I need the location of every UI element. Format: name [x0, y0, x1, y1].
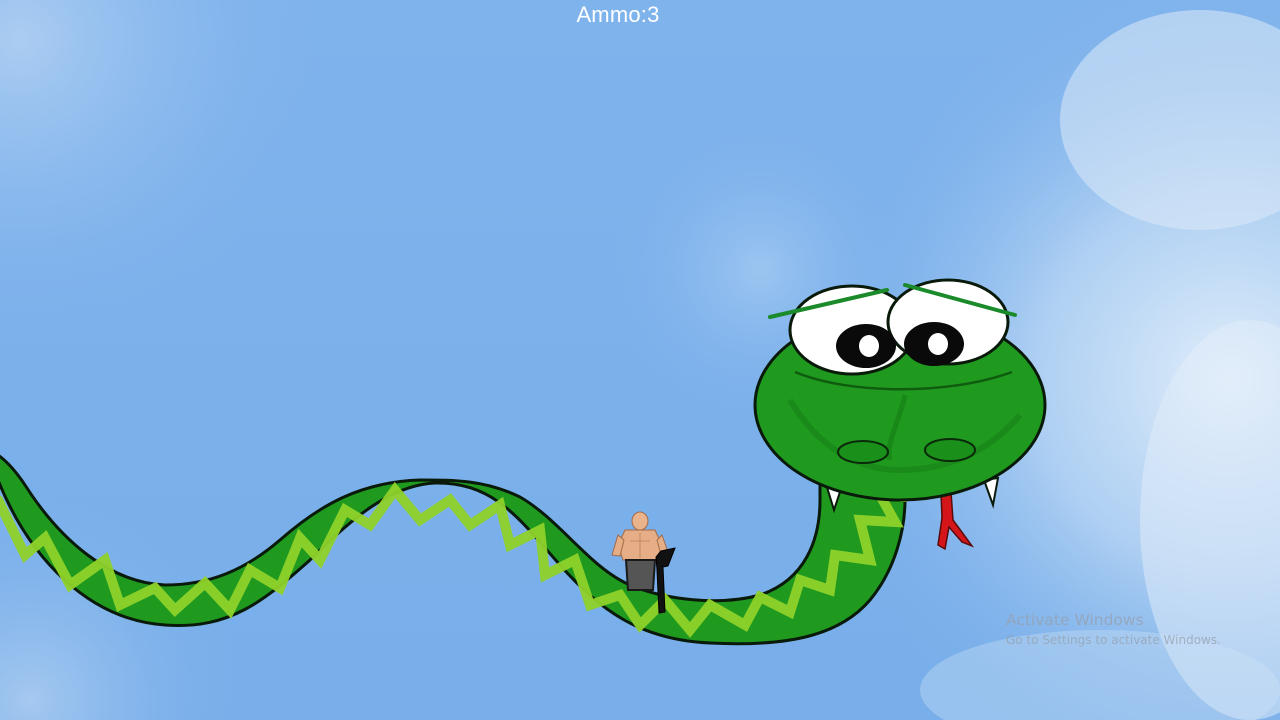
activation-watermark: Activate Windows Go to Settings to activ…: [1006, 611, 1221, 648]
ammo-label: Ammo:: [576, 2, 648, 27]
rifle-icon: [655, 547, 676, 614]
game-viewport[interactable]: Ammo:3 Activate Windows Go to Settings t…: [0, 0, 1280, 720]
watermark-title: Activate Windows: [1006, 611, 1144, 629]
ammo-count: 3: [647, 2, 660, 27]
watermark-subtitle: Go to Settings to activate Windows.: [1006, 633, 1221, 647]
ammo-counter: Ammo:3: [0, 2, 1236, 28]
